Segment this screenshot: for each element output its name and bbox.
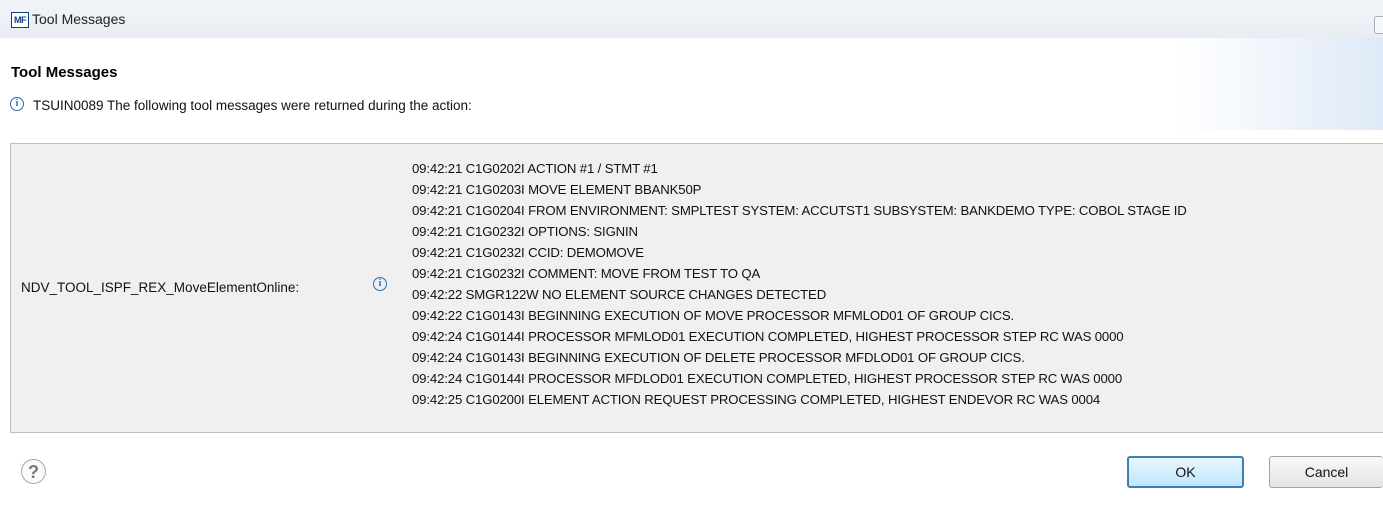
info-icon[interactable]: i bbox=[373, 277, 387, 291]
window-titlebar: MF Tool Messages bbox=[0, 0, 1383, 39]
message-line: 09:42:24 C1G0144I PROCESSOR MFDLOD01 EXE… bbox=[412, 371, 1123, 386]
message-line: 09:42:22 C1G0143I BEGINNING EXECUTION OF… bbox=[412, 308, 1015, 323]
message-line: 09:42:21 C1G0232I COMMENT: MOVE FROM TES… bbox=[412, 266, 761, 281]
message-line: 09:42:21 C1G0232I CCID: DEMOMOVE bbox=[412, 245, 644, 260]
message-line: 09:42:24 C1G0143I BEGINNING EXECUTION OF… bbox=[412, 350, 1025, 365]
tool-messages-table: NDV_TOOL_ISPF_REX_MoveElementOnline: i 0… bbox=[10, 143, 1383, 433]
app-logo-icon: MF bbox=[11, 12, 29, 28]
ok-button[interactable]: OK bbox=[1127, 456, 1244, 488]
message-line: 09:42:25 C1G0200I ELEMENT ACTION REQUEST… bbox=[412, 392, 1101, 407]
dialog-title: Tool Messages bbox=[11, 64, 118, 81]
window-title: Tool Messages bbox=[32, 11, 126, 27]
dialog-banner bbox=[0, 38, 1383, 130]
info-icon: i bbox=[10, 97, 24, 111]
message-line: 09:42:21 C1G0204I FROM ENVIRONMENT: SMPL… bbox=[412, 203, 1187, 218]
message-line: 09:42:22 SMGR122W NO ELEMENT SOURCE CHAN… bbox=[412, 287, 827, 302]
maximize-button[interactable] bbox=[1374, 16, 1383, 34]
message-line: 09:42:21 C1G0232I OPTIONS: SIGNIN bbox=[412, 224, 638, 239]
help-icon[interactable]: ? bbox=[21, 459, 46, 484]
message-line: 09:42:24 C1G0144I PROCESSOR MFMLOD01 EXE… bbox=[412, 329, 1124, 344]
cancel-button[interactable]: Cancel bbox=[1269, 456, 1383, 488]
message-list: 09:42:21 C1G0202I ACTION #1 / STMT #1 09… bbox=[412, 158, 1383, 410]
message-line: 09:42:21 C1G0203I MOVE ELEMENT BBANK50P bbox=[412, 182, 702, 197]
dialog-message: TSUIN0089 The following tool messages we… bbox=[33, 98, 472, 113]
tool-name-label: NDV_TOOL_ISPF_REX_MoveElementOnline: bbox=[21, 280, 300, 295]
message-line: 09:42:21 C1G0202I ACTION #1 / STMT #1 bbox=[412, 161, 658, 176]
